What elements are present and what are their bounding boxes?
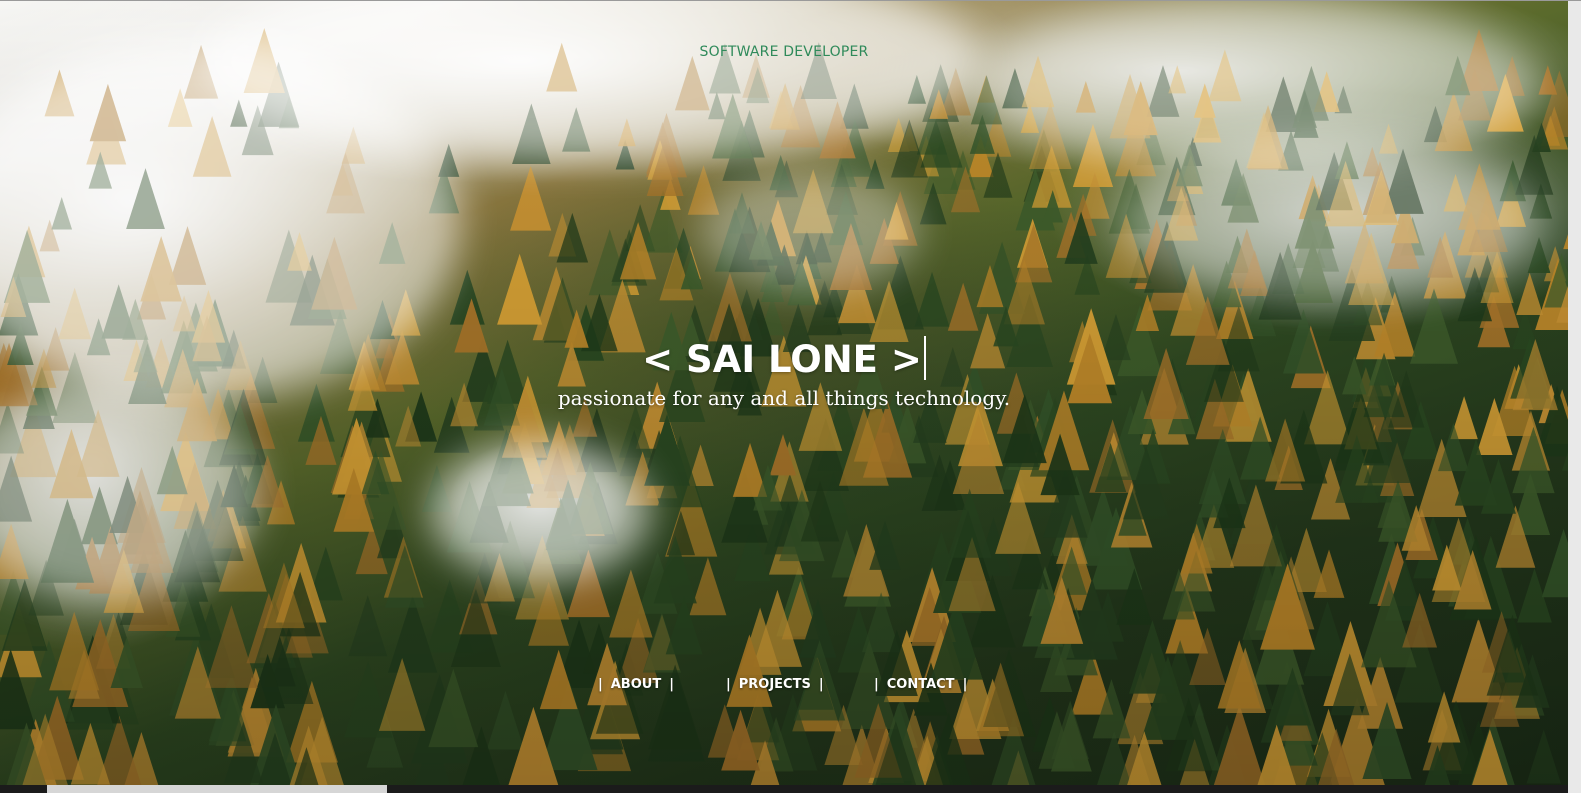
horizontal-scrollbar-thumb[interactable] — [47, 785, 387, 793]
nav-separator: | — [669, 677, 674, 692]
nav-label-projects[interactable]: PROJECTS — [739, 677, 811, 692]
nav-label-about[interactable]: ABOUT — [611, 677, 661, 692]
nav-separator: | — [598, 677, 603, 692]
typing-cursor — [923, 336, 926, 380]
hero-name-heading: < SAI LONE > — [0, 336, 1568, 381]
nav-link-about[interactable]: | ABOUT | — [598, 677, 674, 692]
nav-separator: | — [726, 677, 731, 692]
hero-name-text: < SAI LONE > — [642, 338, 922, 381]
nav-separator: | — [818, 677, 824, 692]
vertical-scrollbar[interactable] — [1568, 1, 1581, 793]
nav-separator: | — [962, 677, 968, 692]
role-label: SOFTWARE DEVELOPER — [699, 44, 869, 60]
nav-link-contact[interactable]: | CONTACT | — [874, 677, 967, 692]
nav-separator: | — [874, 677, 879, 692]
nav-label-contact[interactable]: CONTACT — [887, 677, 955, 692]
hero-tagline: passionate for any and all things techno… — [557, 386, 1011, 410]
nav-link-projects[interactable]: | PROJECTS | — [726, 677, 824, 692]
hero-section: SOFTWARE DEVELOPER < SAI LONE > passiona… — [0, 0, 1581, 793]
